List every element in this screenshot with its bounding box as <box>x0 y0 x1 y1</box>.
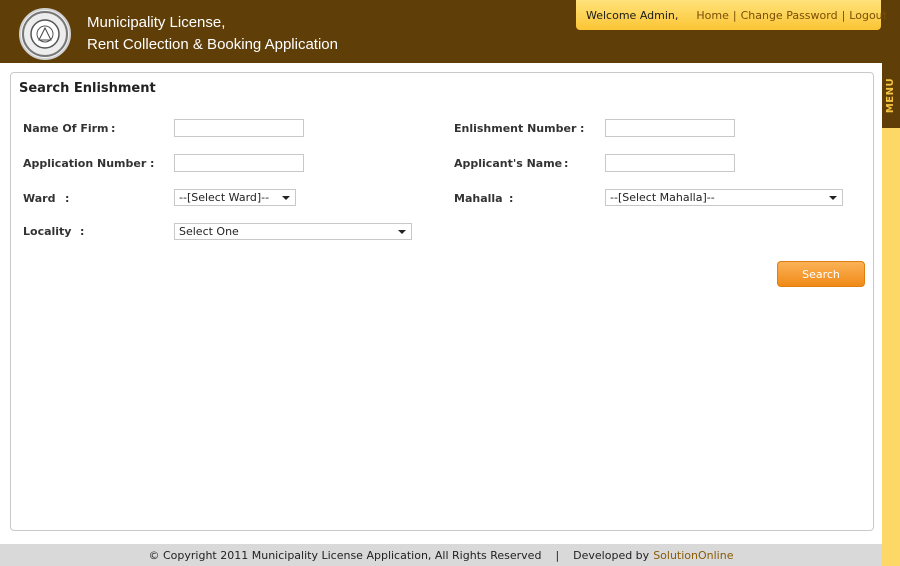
locality-label: Locality <box>23 225 72 238</box>
menu-label: MENU <box>885 77 897 114</box>
menu-tab[interactable]: MENU <box>882 63 900 128</box>
enlishment-number-input[interactable] <box>605 119 735 137</box>
footer-divider: | <box>555 548 560 562</box>
logout-link[interactable]: Logout <box>849 9 887 22</box>
name-of-firm-input[interactable] <box>174 119 304 137</box>
mahalla-label: Mahalla <box>454 192 503 205</box>
colon: : <box>111 122 116 135</box>
colon: : <box>150 157 155 170</box>
app-title-line2: Rent Collection & Booking Application <box>87 36 338 53</box>
mahalla-select[interactable]: --[Select Mahalla]-- <box>605 189 843 206</box>
chevron-down-icon <box>398 230 406 234</box>
developer-link[interactable]: SolutionOnline <box>653 549 733 562</box>
application-number-input[interactable] <box>174 154 304 172</box>
chevron-down-icon <box>282 196 290 200</box>
link-separator: | <box>841 8 846 22</box>
mahalla-selected-value: --[Select Mahalla]-- <box>610 191 715 204</box>
municipality-seal-icon <box>19 8 71 60</box>
change-password-link[interactable]: Change Password <box>741 9 838 22</box>
locality-selected-value: Select One <box>179 225 239 238</box>
footer: © Copyright 2011 Municipality License Ap… <box>0 544 882 566</box>
ward-select[interactable]: --[Select Ward]-- <box>174 189 296 206</box>
colon: : <box>509 192 514 205</box>
applicants-name-input[interactable] <box>605 154 735 172</box>
menu-strip <box>882 63 900 566</box>
application-number-label: Application Number <box>23 157 147 170</box>
colon: : <box>580 122 585 135</box>
colon: : <box>80 225 85 238</box>
applicants-name-label: Applicant's Name <box>454 157 563 170</box>
app-title-line1: Municipality License, <box>87 14 226 31</box>
colon: : <box>564 157 569 170</box>
ward-label: Ward <box>23 192 56 205</box>
copyright-text: © Copyright 2011 Municipality License Ap… <box>148 548 542 562</box>
link-separator: | <box>732 8 737 22</box>
welcome-text: Welcome Admin, <box>586 8 679 22</box>
name-of-firm-label: Name Of Firm <box>23 122 109 135</box>
app-header: Municipality License, Rent Collection & … <box>0 0 900 63</box>
chevron-down-icon <box>829 196 837 200</box>
app-title: Municipality License, Rent Collection & … <box>87 12 338 56</box>
developed-by-text: Developed by <box>573 548 650 562</box>
home-link[interactable]: Home <box>696 9 728 22</box>
ward-selected-value: --[Select Ward]-- <box>179 191 270 204</box>
user-bar: Welcome Admin, Home | Change Password | … <box>576 0 887 30</box>
enlishment-number-label: Enlishment Number <box>454 122 577 135</box>
panel-title: Search Enlishment <box>19 81 156 96</box>
locality-select[interactable]: Select One <box>174 223 412 240</box>
search-panel: Search Enlishment Name Of Firm : Enlishm… <box>10 72 874 531</box>
search-button[interactable]: Search <box>777 261 865 287</box>
colon: : <box>65 192 70 205</box>
